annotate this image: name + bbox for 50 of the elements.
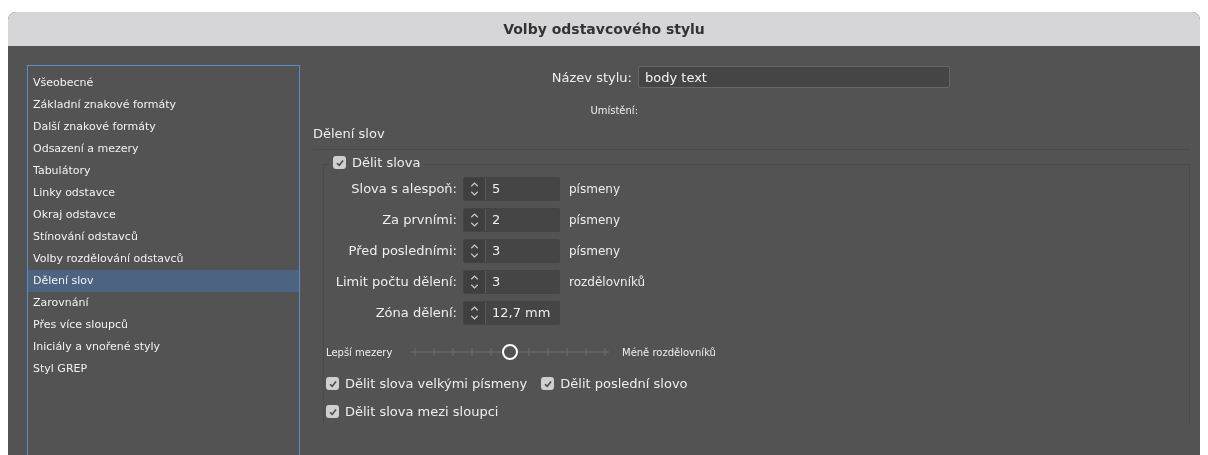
category-item[interactable]: Odsazení a mezery bbox=[28, 138, 299, 160]
checkbox[interactable] bbox=[326, 405, 339, 418]
slider[interactable] bbox=[411, 344, 609, 360]
number-spinner[interactable]: 3 bbox=[463, 269, 560, 294]
slider-right-label: Méně rozdělovníků bbox=[622, 346, 716, 358]
checkbox[interactable] bbox=[326, 377, 339, 390]
stepper-arrows-icon[interactable] bbox=[464, 239, 486, 262]
number-spinner[interactable]: 2 bbox=[463, 207, 560, 232]
checkbox[interactable] bbox=[541, 377, 555, 390]
category-item[interactable]: Volby rozdělování odstavců bbox=[28, 248, 299, 270]
checkbox-label: Dělit slova bbox=[352, 155, 421, 170]
style-name-label: Název stylu: bbox=[550, 69, 633, 85]
category-item[interactable]: Tabulátory bbox=[28, 160, 299, 182]
number-spinner[interactable]: 3 bbox=[463, 238, 560, 263]
category-item[interactable]: Všeobecné bbox=[28, 72, 299, 94]
category-item[interactable]: Styl GREP bbox=[28, 358, 299, 380]
category-item[interactable]: Linky odstavce bbox=[28, 182, 299, 204]
field-label: Limit počtu dělení: bbox=[334, 274, 458, 289]
category-item[interactable]: Dělení slov bbox=[28, 270, 299, 292]
slider-thumb[interactable] bbox=[502, 344, 518, 360]
checkbox-label: Dělit slova mezi sloupci bbox=[345, 404, 499, 419]
field-label: Slova s alespoň: bbox=[350, 181, 458, 196]
stepper-arrows-icon[interactable] bbox=[464, 208, 486, 231]
field-label: Před posledními: bbox=[347, 243, 458, 258]
category-item[interactable]: Zarovnání bbox=[28, 292, 299, 314]
checkbox-label: Dělit poslední slovo bbox=[560, 376, 688, 391]
category-item[interactable]: Základní znakové formáty bbox=[28, 94, 299, 116]
section-title: Dělení slov bbox=[313, 126, 386, 141]
stepper-arrows-icon[interactable] bbox=[464, 301, 486, 324]
stepper-arrows-icon[interactable] bbox=[464, 270, 486, 293]
location-label: Umístění: bbox=[589, 105, 638, 116]
category-item[interactable]: Přes více sloupců bbox=[28, 314, 299, 336]
slider-left-label: Lepší mezery bbox=[325, 346, 394, 358]
checkbox[interactable] bbox=[333, 156, 346, 169]
unit-label: písmeny bbox=[569, 243, 620, 258]
style-name-field[interactable]: body text bbox=[638, 66, 950, 88]
unit-label: písmeny bbox=[569, 181, 620, 196]
field-label: Zóna dělení: bbox=[374, 305, 458, 320]
checkbox-label: Dělit slova velkými písmeny bbox=[345, 376, 528, 391]
unit-label: rozdělovníků bbox=[569, 274, 646, 289]
category-item[interactable]: Další znakové formáty bbox=[28, 116, 299, 138]
number-spinner[interactable]: 12,7 mm bbox=[463, 300, 560, 325]
field-label: Za prvními: bbox=[381, 212, 458, 227]
category-item[interactable]: Iniciály a vnořené styly bbox=[28, 336, 299, 358]
number-spinner[interactable]: 5 bbox=[463, 176, 560, 201]
stepper-arrows-icon[interactable] bbox=[464, 177, 486, 200]
window-title: Volby odstavcového stylu bbox=[503, 21, 705, 37]
unit-label: písmeny bbox=[569, 212, 620, 227]
category-item[interactable]: Stínování odstavců bbox=[28, 226, 299, 248]
category-item[interactable]: Okraj odstavce bbox=[28, 204, 299, 226]
